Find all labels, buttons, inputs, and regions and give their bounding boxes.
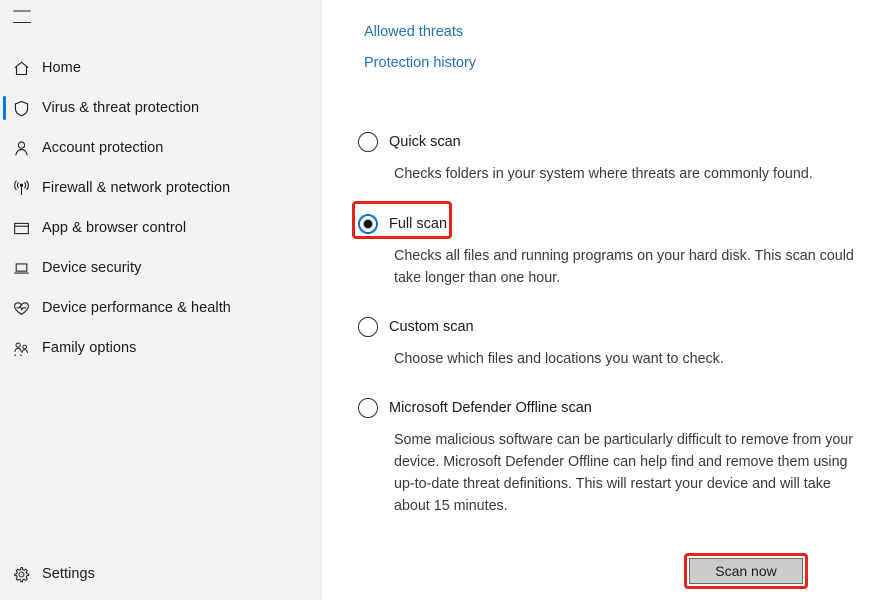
radio-button-defender-offline-scan[interactable] [358, 398, 378, 418]
main-content: Allowed threats Protection history Quick… [322, 0, 876, 600]
radio-button-full-scan[interactable] [358, 214, 378, 234]
radio-option-custom-scan[interactable]: Custom scan [358, 311, 478, 343]
sidebar-item-device-security[interactable]: Device security [0, 248, 322, 288]
scan-option-title: Quick scan [389, 133, 461, 150]
link-protection-history[interactable]: Protection history [364, 53, 476, 73]
sidebar-item-account-protection[interactable]: Account protection [0, 128, 322, 168]
sidebar-item-virus-threat-protection[interactable]: Virus & threat protection [0, 88, 322, 128]
hamburger-line [13, 21, 31, 23]
windows-security-window: Home Virus & threat protection Account p… [0, 0, 876, 600]
link-allowed-threats[interactable]: Allowed threats [364, 22, 463, 42]
radio-option-full-scan[interactable]: Full scan [352, 201, 452, 240]
scan-option-description: Checks all files and running programs on… [394, 248, 854, 286]
scan-options-group: Quick scan Checks folders in your system… [352, 126, 876, 517]
wifi-signal-icon [12, 176, 42, 200]
sidebar-item-label: Firewall & network protection [42, 179, 231, 196]
sidebar-item-device-performance-health[interactable]: Device performance & health [0, 288, 322, 328]
sidebar-nav: Home Virus & threat protection Account p… [0, 48, 322, 368]
radio-button-custom-scan[interactable] [358, 317, 378, 337]
radio-option-quick-scan[interactable]: Quick scan [358, 126, 465, 158]
highlight-box-scan-now: Scan now [684, 553, 808, 589]
scan-option-description: Checks folders in your system where thre… [394, 166, 813, 182]
sidebar-item-label: Account protection [42, 139, 164, 156]
sidebar-item-label: Device performance & health [42, 299, 231, 316]
laptop-icon [12, 256, 42, 280]
shield-icon [12, 96, 42, 120]
sidebar-item-app-browser-control[interactable]: App & browser control [0, 208, 322, 248]
sidebar-item-label: App & browser control [42, 219, 187, 236]
sidebar-item-label: Virus & threat protection [42, 99, 200, 116]
scan-option-description: Choose which files and locations you wan… [394, 351, 724, 367]
scan-option-title: Microsoft Defender Offline scan [389, 399, 592, 416]
scan-option-custom-scan: Custom scan Choose which files and locat… [358, 311, 876, 370]
heart-pulse-icon [12, 296, 42, 320]
app-window-icon [12, 216, 42, 240]
sidebar-item-label: Home [42, 59, 81, 76]
sidebar-item-settings[interactable]: Settings [0, 554, 322, 594]
sidebar-item-label: Family options [42, 339, 137, 356]
sidebar-item-label: Device security [42, 259, 142, 276]
quick-links: Allowed threats Protection history [364, 22, 476, 84]
scan-option-description: Some malicious software can be particula… [394, 432, 854, 514]
radio-option-defender-offline-scan[interactable]: Microsoft Defender Offline scan [358, 392, 596, 424]
sidebar-item-label: Settings [42, 565, 95, 582]
scan-option-title: Custom scan [389, 318, 474, 335]
selection-indicator [3, 96, 6, 120]
scan-option-full-scan: Full scan Checks all files and running p… [352, 201, 876, 289]
scan-option-defender-offline-scan: Microsoft Defender Offline scan Some mal… [358, 392, 876, 517]
hamburger-line [13, 10, 31, 12]
person-icon [12, 136, 42, 160]
home-icon [12, 56, 42, 80]
sidebar-item-home[interactable]: Home [0, 48, 322, 88]
radio-button-quick-scan[interactable] [358, 132, 378, 152]
hamburger-menu-icon[interactable] [13, 10, 31, 23]
scan-now-button[interactable]: Scan now [689, 558, 803, 584]
sidebar-item-firewall-network-protection[interactable]: Firewall & network protection [0, 168, 322, 208]
gear-icon [12, 562, 42, 586]
sidebar-item-family-options[interactable]: Family options [0, 328, 322, 368]
family-people-icon [12, 336, 42, 360]
scan-option-title: Full scan [389, 215, 448, 232]
sidebar: Home Virus & threat protection Account p… [0, 0, 322, 600]
scan-option-quick-scan: Quick scan Checks folders in your system… [358, 126, 876, 185]
